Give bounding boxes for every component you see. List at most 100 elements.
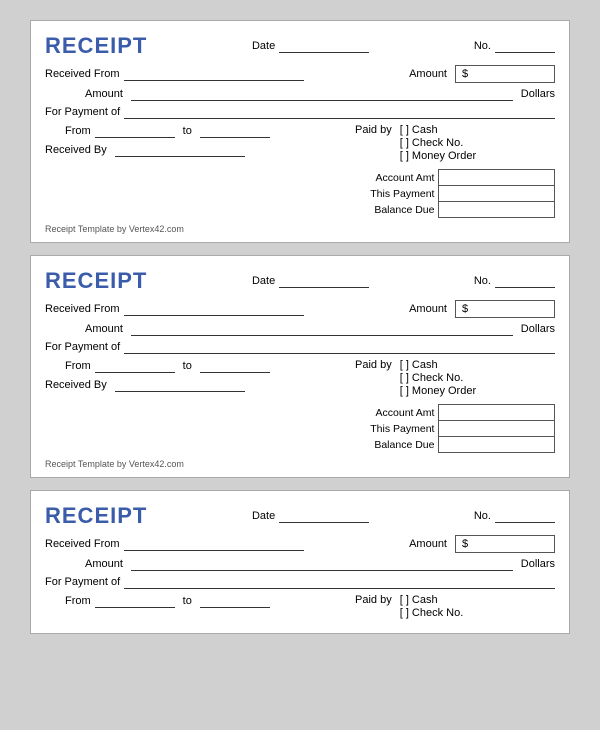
receipt-header-1: RECEIPT Date No. bbox=[45, 33, 555, 59]
amount-area-2: Amount $ bbox=[409, 300, 555, 318]
received-amount-row-1: Received From Amount $ bbox=[45, 65, 555, 83]
for-payment-label-2: For Payment of bbox=[45, 341, 120, 353]
received-amount-row-3: Received From Amount $ bbox=[45, 535, 555, 553]
money-order-option-1[interactable]: [ ] Money Order bbox=[400, 150, 476, 162]
date-area-3: Date bbox=[252, 509, 369, 523]
for-payment-field-2[interactable] bbox=[124, 340, 555, 354]
for-payment-row-1: For Payment of bbox=[45, 105, 555, 119]
receipt-card-1: RECEIPT Date No. Received From Amount $ … bbox=[30, 20, 570, 243]
receipt-footer-1: Receipt Template by Vertex42.com bbox=[45, 224, 555, 234]
cash-option-1[interactable]: [ ] Cash bbox=[400, 124, 476, 136]
received-by-label-1: Received By bbox=[45, 144, 107, 156]
paid-by-label-1: Paid by bbox=[355, 124, 392, 136]
amount-box-2[interactable]: $ bbox=[455, 300, 555, 318]
account-amt-field-1[interactable] bbox=[439, 170, 555, 186]
received-from-area-3: Received From bbox=[45, 537, 409, 551]
balance-due-field-1[interactable] bbox=[439, 202, 555, 218]
for-payment-row-3: For Payment of bbox=[45, 575, 555, 589]
dollar-sign-2: $ bbox=[462, 303, 468, 315]
for-payment-label-3: For Payment of bbox=[45, 576, 120, 588]
cash-option-3[interactable]: [ ] Cash bbox=[400, 594, 464, 606]
date-label-1: Date bbox=[252, 40, 275, 52]
received-from-label-2: Received From bbox=[45, 303, 120, 315]
received-by-field-2[interactable] bbox=[115, 378, 245, 392]
receipt-title-2: RECEIPT bbox=[45, 268, 147, 294]
date-area-1: Date bbox=[252, 39, 369, 53]
check-option-2[interactable]: [ ] Check No. bbox=[400, 372, 476, 384]
no-field-1[interactable] bbox=[495, 39, 555, 53]
received-by-row-2: Received By bbox=[45, 378, 347, 392]
check-option-1[interactable]: [ ] Check No. bbox=[400, 137, 476, 149]
receipt-header-2: RECEIPT Date No. bbox=[45, 268, 555, 294]
receipt-footer-2: Receipt Template by Vertex42.com bbox=[45, 459, 555, 469]
dollar-sign-1: $ bbox=[462, 68, 468, 80]
this-payment-field-1[interactable] bbox=[439, 186, 555, 202]
amount-box-3[interactable]: $ bbox=[455, 535, 555, 553]
dollar-sign-3: $ bbox=[462, 538, 468, 550]
for-payment-field-3[interactable] bbox=[124, 575, 555, 589]
paid-by-options-3: [ ] Cash [ ] Check No. bbox=[400, 594, 464, 619]
date-field-2[interactable] bbox=[279, 274, 369, 288]
date-area-2: Date bbox=[252, 274, 369, 288]
paid-by-label-2: Paid by bbox=[355, 359, 392, 371]
balance-due-label-2: Balance Due bbox=[355, 437, 439, 453]
to-field-2[interactable] bbox=[200, 359, 270, 373]
check-option-3[interactable]: [ ] Check No. bbox=[400, 607, 464, 619]
received-from-field-3[interactable] bbox=[124, 537, 304, 551]
to-field-1[interactable] bbox=[200, 124, 270, 138]
for-payment-label-1: For Payment of bbox=[45, 106, 120, 118]
cash-option-2[interactable]: [ ] Cash bbox=[400, 359, 476, 371]
receipt-title-1: RECEIPT bbox=[45, 33, 147, 59]
from-field-3[interactable] bbox=[95, 594, 175, 608]
from-field-1[interactable] bbox=[95, 124, 175, 138]
no-label-2: No. bbox=[474, 275, 491, 287]
amount-dollars-row-3: Amount Dollars bbox=[45, 557, 555, 571]
paid-by-section-2: Paid by [ ] Cash [ ] Check No. [ ] Money… bbox=[355, 359, 555, 397]
receipt-title-3: RECEIPT bbox=[45, 503, 147, 529]
right-col-2: Paid by [ ] Cash [ ] Check No. [ ] Money… bbox=[355, 359, 555, 453]
balance-due-field-2[interactable] bbox=[439, 437, 555, 453]
to-label-2: to bbox=[183, 360, 192, 372]
receipt-card-3: RECEIPT Date No. Received From Amount $ … bbox=[30, 490, 570, 634]
amount-dollars-field-1[interactable] bbox=[131, 87, 513, 101]
no-field-2[interactable] bbox=[495, 274, 555, 288]
received-from-field-1[interactable] bbox=[124, 67, 304, 81]
receipt-header-3: RECEIPT Date No. bbox=[45, 503, 555, 529]
amount-dollars-field-3[interactable] bbox=[131, 557, 513, 571]
amount-box-1[interactable]: $ bbox=[455, 65, 555, 83]
from-to-row-1: From to bbox=[45, 124, 347, 138]
received-from-area-2: Received From bbox=[45, 302, 409, 316]
received-by-field-1[interactable] bbox=[115, 143, 245, 157]
receipt-body-2: From to Received By Paid by [ ] Cash [ ]… bbox=[45, 359, 555, 453]
date-field-3[interactable] bbox=[279, 509, 369, 523]
dollars-label-2: Dollars bbox=[521, 323, 555, 335]
amount-label-1: Amount bbox=[409, 68, 447, 80]
for-payment-field-1[interactable] bbox=[124, 105, 555, 119]
receipt-body-1: From to Received By Paid by [ ] Cash [ ]… bbox=[45, 124, 555, 218]
money-order-option-2[interactable]: [ ] Money Order bbox=[400, 385, 476, 397]
date-field-1[interactable] bbox=[279, 39, 369, 53]
amount-indent-label-3: Amount bbox=[85, 558, 123, 570]
from-to-row-2: From to bbox=[45, 359, 347, 373]
this-payment-field-2[interactable] bbox=[439, 421, 555, 437]
to-label-1: to bbox=[183, 125, 192, 137]
received-from-field-2[interactable] bbox=[124, 302, 304, 316]
this-payment-label-1: This Payment bbox=[355, 186, 439, 202]
paid-by-section-3: Paid by [ ] Cash [ ] Check No. bbox=[355, 594, 555, 619]
amount-dollars-field-2[interactable] bbox=[131, 322, 513, 336]
left-col-1: From to Received By bbox=[45, 124, 347, 218]
dollars-label-3: Dollars bbox=[521, 558, 555, 570]
to-label-3: to bbox=[183, 595, 192, 607]
from-to-row-3: From to bbox=[45, 594, 347, 608]
account-amt-field-2[interactable] bbox=[439, 405, 555, 421]
received-by-label-2: Received By bbox=[45, 379, 107, 391]
to-field-3[interactable] bbox=[200, 594, 270, 608]
from-field-2[interactable] bbox=[95, 359, 175, 373]
paid-by-options-2: [ ] Cash [ ] Check No. [ ] Money Order bbox=[400, 359, 476, 397]
no-area-2: No. bbox=[474, 274, 555, 288]
footer-text-1: Receipt Template by Vertex42.com bbox=[45, 224, 184, 234]
received-from-label-1: Received From bbox=[45, 68, 120, 80]
footer-text-2: Receipt Template by Vertex42.com bbox=[45, 459, 184, 469]
no-field-3[interactable] bbox=[495, 509, 555, 523]
received-amount-row-2: Received From Amount $ bbox=[45, 300, 555, 318]
